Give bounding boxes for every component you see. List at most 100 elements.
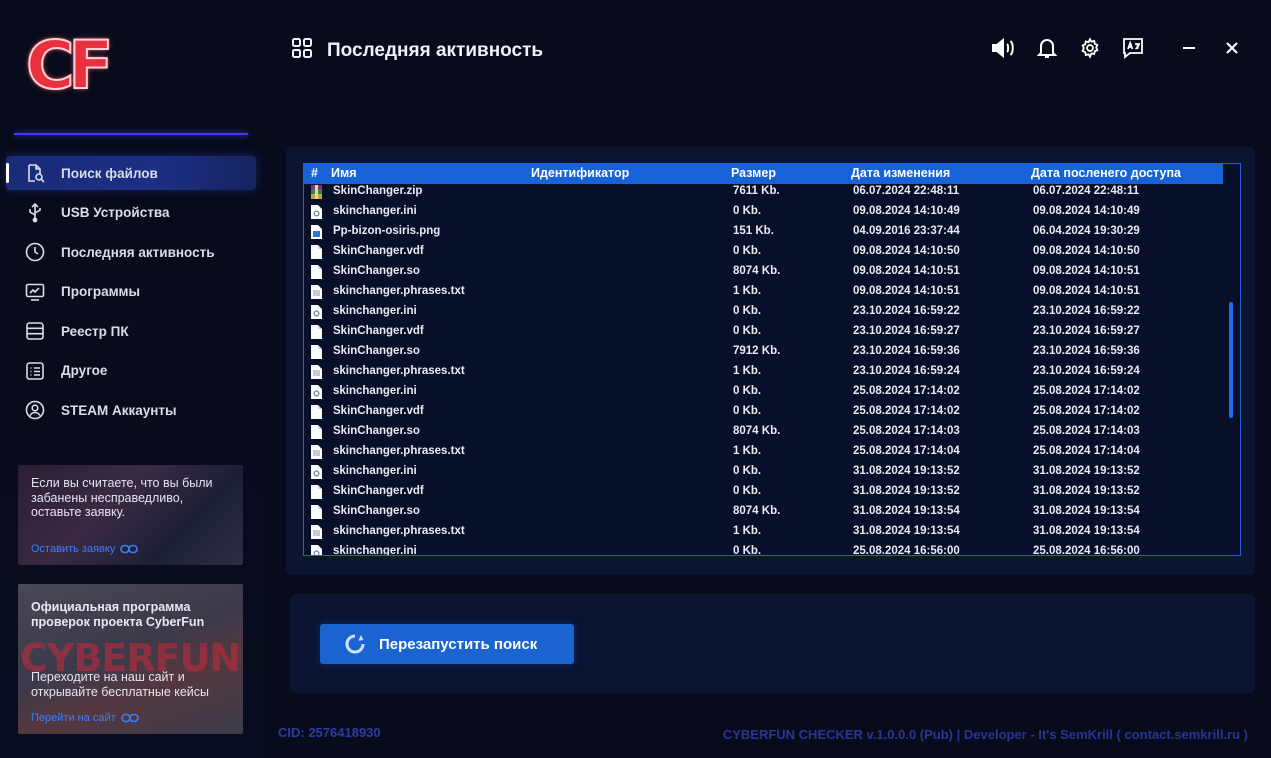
column-accessed[interactable]: Дата посленего доступа (1031, 166, 1181, 180)
config-file-icon (311, 465, 322, 479)
table-row[interactable]: SkinChanger.vdf 0 Kb. 09.08.2024 14:10:50 0… (304, 242, 1223, 262)
footer-credits: CYBERFUN CHECKER v.1.0.0.0 (Pub) | Devel… (722, 727, 1248, 742)
file-size-cell: 0 Kb. (733, 245, 762, 257)
website-promo-card: Официальная программа проверок проекта C… (18, 584, 243, 734)
clock-icon (24, 241, 46, 263)
accessed-date-cell: 06.07.2024 22:48:11 (1033, 185, 1140, 197)
restart-search-label: Перезапустить поиск (379, 635, 538, 653)
table-row[interactable]: SkinChanger.vdf 0 Kb. 31.08.2024 19:13:52 3… (304, 482, 1223, 502)
table-row[interactable]: skinchanger.phrases.txt 1 Kb. 09.08.2024 1… (304, 282, 1223, 302)
settings-button[interactable] (1076, 34, 1104, 62)
accessed-date-cell: 09.08.2024 14:10:51 (1033, 265, 1140, 277)
table-row[interactable]: SkinChanger.so 8074 Kb. 31.08.2024 19:13:5… (304, 502, 1223, 522)
minimize-button[interactable] (1175, 34, 1203, 62)
file-name-cell: SkinChanger.vdf (333, 485, 424, 497)
column-size[interactable]: Размер (731, 166, 776, 180)
column-index[interactable]: # (311, 166, 318, 180)
sidebar-item-usb[interactable]: USB Устройства (6, 196, 256, 230)
accessed-date-cell: 31.08.2024 19:13:54 (1033, 525, 1140, 537)
modified-date-cell: 09.08.2024 14:10:49 (853, 205, 960, 217)
accessed-date-cell: 09.08.2024 14:10:49 (1033, 205, 1140, 217)
file-size-cell: 0 Kb. (733, 405, 762, 417)
table-row[interactable]: SkinChanger.zip 7611 Kb. 06.07.2024 22:48:… (304, 182, 1223, 202)
file-name-cell: skinchanger.ini (333, 465, 417, 477)
file-size-cell: 1 Kb. (733, 445, 762, 457)
table-row[interactable]: skinchanger.ini 0 Kb. 31.08.2024 19:13:52 3… (304, 462, 1223, 482)
results-panel: # Имя Идентификатор Размер Дата изменени… (286, 147, 1255, 575)
table-row[interactable]: Pp-bizon-osiris.png 151 Kb. 04.09.2016 23:… (304, 222, 1223, 242)
accessed-date-cell: 25.08.2024 16:56:00 (1033, 545, 1140, 556)
website-promo-text: Переходите на наш сайт и открывайте бесп… (31, 670, 210, 699)
modified-date-cell: 06.07.2024 22:48:11 (853, 185, 960, 197)
table-row[interactable]: skinchanger.ini 0 Kb. 25.08.2024 16:56:00 2… (304, 542, 1223, 556)
column-modified[interactable]: Дата изменения (851, 166, 950, 180)
website-link[interactable]: Перейти на сайт (31, 712, 139, 724)
file-name-cell: skinchanger.ini (333, 385, 417, 397)
file-size-cell: 8074 Kb. (733, 265, 781, 277)
file-name-cell: SkinChanger.vdf (333, 245, 424, 257)
table-row[interactable]: SkinChanger.so 7912 Kb. 23.10.2024 16:59:3… (304, 342, 1223, 362)
database-icon (24, 320, 46, 342)
accessed-date-cell: 09.08.2024 14:10:51 (1033, 285, 1140, 297)
scrollbar-thumb[interactable] (1229, 302, 1233, 418)
file-icon (311, 485, 322, 499)
window-toolbar (975, 34, 1246, 62)
table-row[interactable]: skinchanger.ini 0 Kb. 23.10.2024 16:59:22 2… (304, 302, 1223, 322)
table-row[interactable]: SkinChanger.vdf 0 Kb. 25.08.2024 17:14:02 2… (304, 402, 1223, 422)
file-name-cell: skinchanger.ini (333, 205, 417, 217)
column-name[interactable]: Имя (331, 166, 357, 180)
file-name-cell: SkinChanger.zip (333, 185, 423, 197)
table-row[interactable]: SkinChanger.so 8074 Kb. 25.08.2024 17:14:0… (304, 422, 1223, 442)
language-button[interactable] (1119, 34, 1147, 62)
table-row[interactable]: skinchanger.phrases.txt 1 Kb. 25.08.2024 1… (304, 442, 1223, 462)
file-size-cell: 0 Kb. (733, 545, 762, 556)
app-logo: CF (25, 27, 115, 104)
accessed-date-cell: 31.08.2024 19:13:52 (1033, 465, 1140, 477)
table-row[interactable]: SkinChanger.so 8074 Kb. 09.08.2024 14:10:5… (304, 262, 1223, 282)
close-button[interactable] (1218, 34, 1246, 62)
file-size-cell: 1 Kb. (733, 285, 762, 297)
file-size-cell: 8074 Kb. (733, 425, 781, 437)
image-file-icon (311, 225, 322, 239)
table-row[interactable]: SkinChanger.vdf 0 Kb. 23.10.2024 16:59:27 2… (304, 322, 1223, 342)
column-identifier[interactable]: Идентификатор (531, 166, 629, 180)
file-icon (311, 265, 322, 279)
accessed-date-cell: 06.04.2024 19:30:29 (1033, 225, 1140, 237)
usb-icon (24, 202, 46, 224)
modified-date-cell: 31.08.2024 19:13:52 (853, 485, 960, 497)
file-size-cell: 1 Kb. (733, 365, 762, 377)
results-table[interactable]: # Имя Идентификатор Размер Дата изменени… (303, 163, 1241, 556)
sidebar-item-label: Программы (61, 284, 141, 299)
sidebar-item-file-search[interactable]: Поиск файлов (6, 156, 256, 190)
sidebar-item-other[interactable]: Другое (6, 354, 256, 388)
file-size-cell: 8074 Kb. (733, 505, 781, 517)
table-scrollbar[interactable] (1222, 184, 1240, 555)
config-file-icon (311, 205, 322, 219)
file-search-icon (24, 162, 46, 184)
sidebar-item-label: Поиск файлов (61, 165, 158, 181)
accessed-date-cell: 31.08.2024 19:13:54 (1033, 505, 1140, 517)
page-header: Последняя активность (290, 36, 543, 65)
restart-search-button[interactable]: Перезапустить поиск (320, 624, 574, 664)
table-row[interactable]: skinchanger.phrases.txt 1 Kb. 23.10.2024 1… (304, 362, 1223, 382)
file-size-cell: 0 Kb. (733, 385, 762, 397)
sidebar-item-programs[interactable]: Программы (6, 275, 256, 309)
file-name-cell: skinchanger.phrases.txt (333, 365, 465, 377)
modified-date-cell: 31.08.2024 19:13:54 (853, 525, 960, 537)
sidebar-item-registry[interactable]: Реестр ПК (6, 314, 256, 348)
sidebar-item-steam-accounts[interactable]: STEAM Аккаунты (6, 393, 256, 427)
file-name-cell: skinchanger.ini (333, 545, 417, 556)
file-size-cell: 0 Kb. (733, 485, 762, 497)
notifications-button[interactable] (1033, 34, 1061, 62)
table-row[interactable]: skinchanger.ini 0 Kb. 09.08.2024 14:10:49 0… (304, 202, 1223, 222)
accessed-date-cell: 09.08.2024 14:10:50 (1033, 245, 1140, 257)
appeal-link[interactable]: Оставить заявку (31, 543, 139, 555)
sidebar-item-last-activity[interactable]: Последняя активность (6, 235, 256, 269)
sound-button[interactable] (990, 34, 1018, 62)
table-header: # Имя Идентификатор Размер Дата изменени… (304, 164, 1223, 184)
user-circle-icon (24, 399, 46, 421)
modified-date-cell: 31.08.2024 19:13:54 (853, 505, 960, 517)
sidebar-divider (14, 133, 248, 135)
table-row[interactable]: skinchanger.phrases.txt 1 Kb. 31.08.2024 1… (304, 522, 1223, 542)
table-row[interactable]: skinchanger.ini 0 Kb. 25.08.2024 17:14:02 2… (304, 382, 1223, 402)
